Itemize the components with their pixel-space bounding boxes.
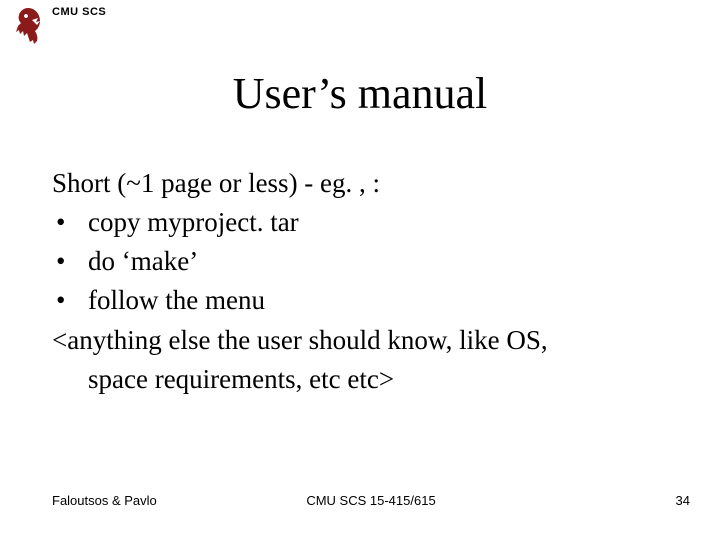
intro-text: Short (~1 page or less) - eg. , : (52, 164, 680, 203)
note-line-1: <anything else the user should know, lik… (52, 325, 548, 355)
note-text: <anything else the user should know, lik… (52, 321, 680, 399)
footer-course: CMU SCS 15-415/615 (265, 493, 478, 508)
note-line-2: space requirements, etc etc> (52, 360, 680, 399)
slide-header: CMU SCS (10, 6, 106, 48)
cmu-griffin-logo-icon (10, 6, 46, 48)
list-item: follow the menu (52, 281, 680, 320)
header-label: CMU SCS (52, 6, 106, 18)
list-item: do ‘make’ (52, 242, 680, 281)
footer-page-number: 34 (477, 493, 690, 508)
slide-content: Short (~1 page or less) - eg. , : copy m… (52, 164, 680, 399)
list-item: copy myproject. tar (52, 203, 680, 242)
slide-footer: Faloutsos & Pavlo CMU SCS 15-415/615 34 (52, 493, 690, 508)
slide-title: User’s manual (0, 68, 720, 119)
footer-authors: Faloutsos & Pavlo (52, 493, 265, 508)
bullet-list: copy myproject. tar do ‘make’ follow the… (52, 203, 680, 320)
